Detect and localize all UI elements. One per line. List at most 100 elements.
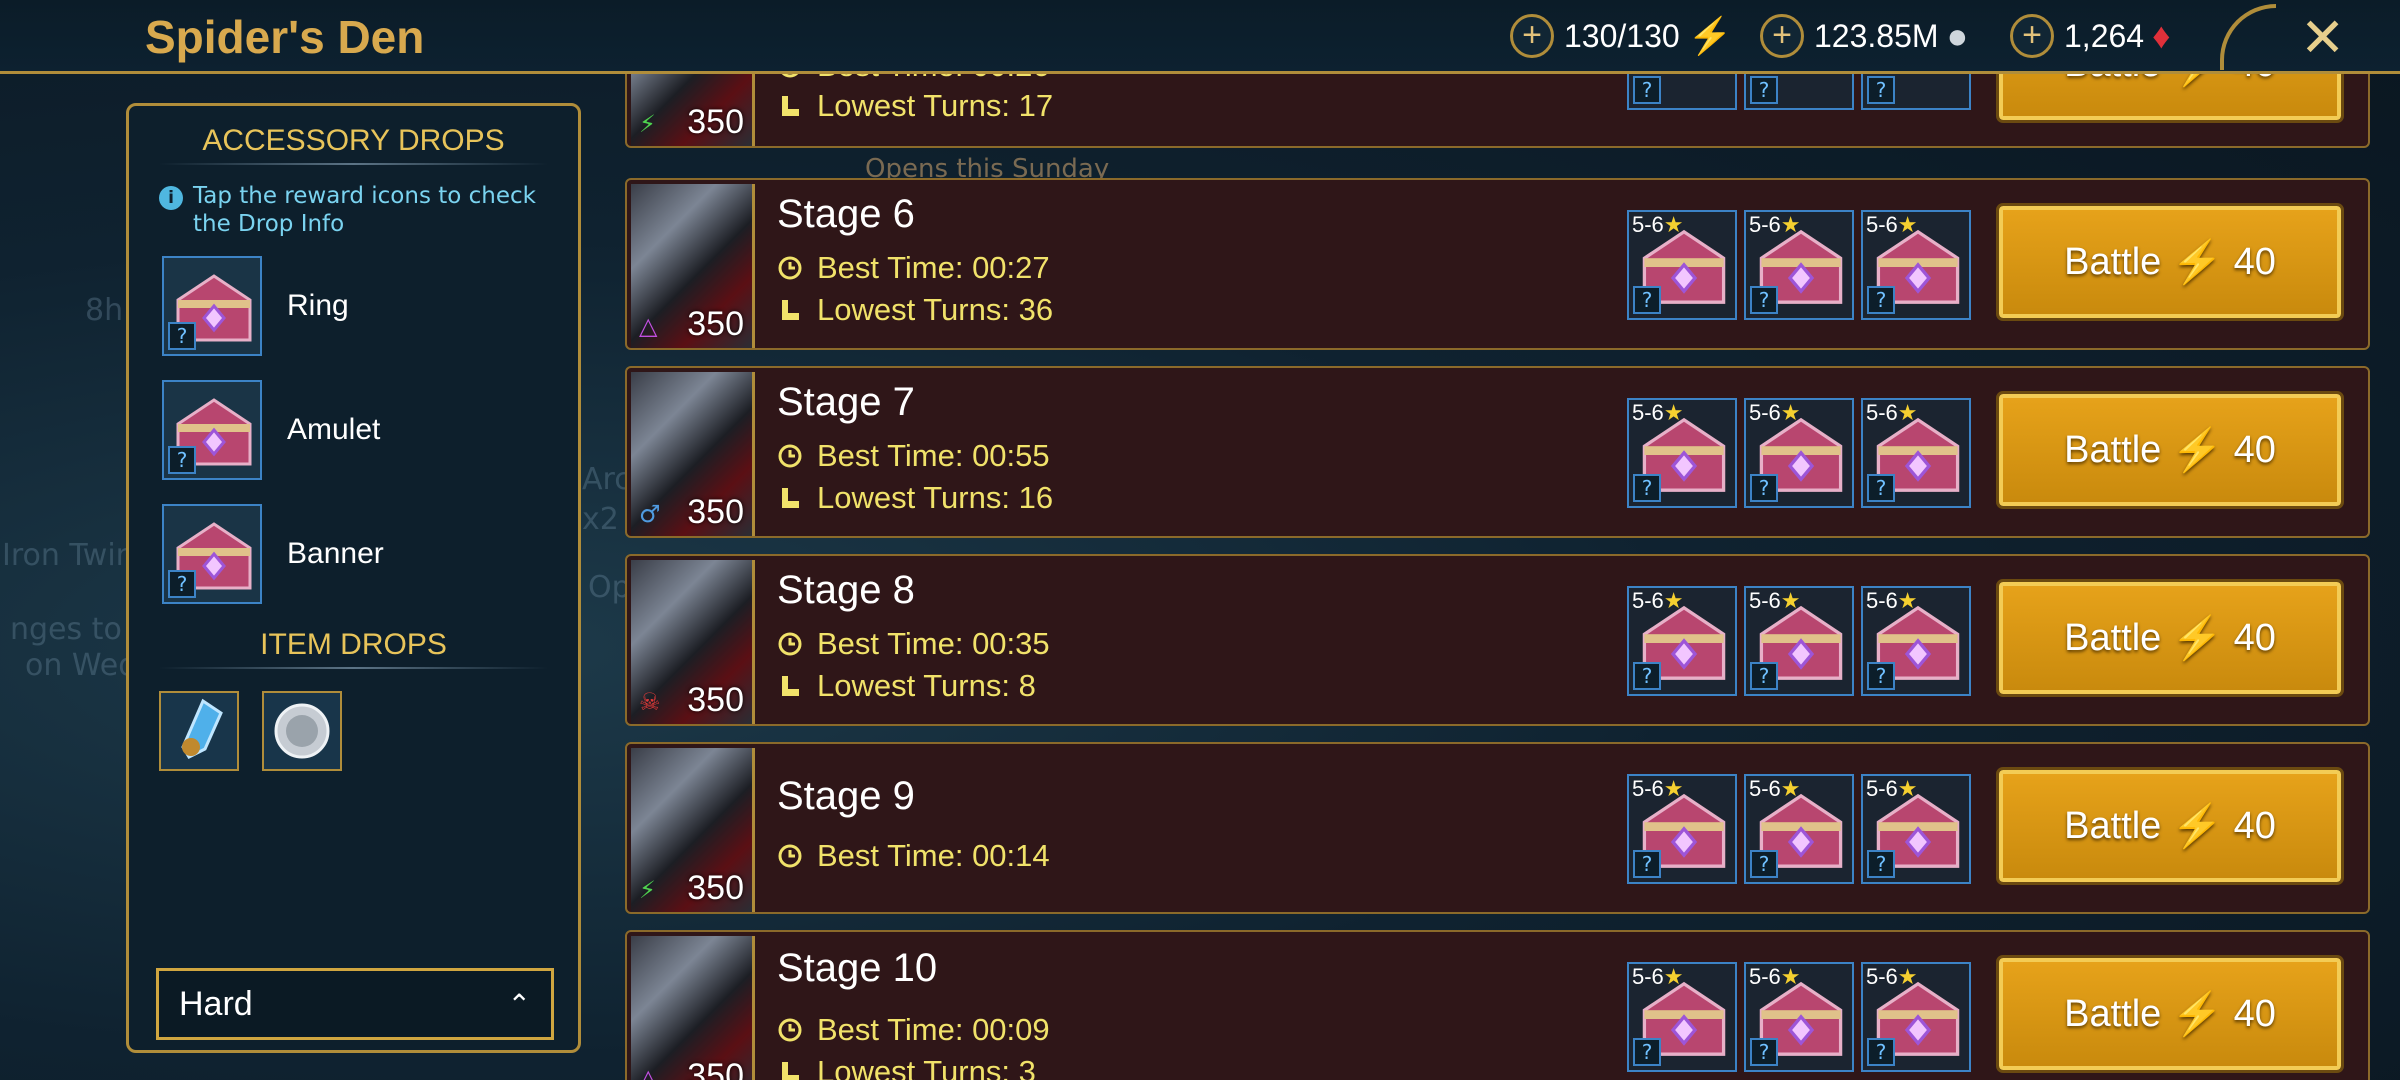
lowest-turns: Lowest Turns: 17 <box>777 88 1053 124</box>
amulet-label: Amulet <box>287 413 381 446</box>
add-gems-button[interactable]: + <box>2010 14 2054 58</box>
battle-button[interactable]: Battle ⚡ 40 <box>1996 767 2344 885</box>
battle-cost: 40 <box>2233 240 2276 283</box>
banner-label: Banner <box>287 537 384 570</box>
battle-label: Battle <box>2064 74 2161 86</box>
boot-icon <box>782 96 799 116</box>
boot-icon <box>782 1062 799 1080</box>
reward-chest[interactable]: 5-6★ ? <box>1861 210 1971 320</box>
drop-info-text: Tap the reward icons to check the Drop I… <box>193 183 536 237</box>
add-silver-button[interactable]: + <box>1760 14 1804 58</box>
accessory-amulet[interactable]: ? Amulet <box>162 380 380 480</box>
item-drops-heading: ITEM DROPS <box>260 628 447 661</box>
reward-chest[interactable]: 5-6★ ? <box>1627 962 1737 1072</box>
battle-button[interactable]: Battle ⚡ 40 <box>1996 579 2344 697</box>
gems-value: 1,264 <box>2064 17 2145 54</box>
battle-cost: 40 <box>2233 616 2276 659</box>
energy-icon: ⚡ <box>2171 74 2223 89</box>
silver-value: 123.85M <box>1814 17 1939 54</box>
reward-chest[interactable]: 5-6★ ? <box>1627 398 1737 508</box>
reward-chest[interactable]: ? <box>1861 74 1971 110</box>
best-time: Best Time: 00:27 <box>777 250 1050 286</box>
reward-chest[interactable]: 5-6★ ? <box>1744 774 1854 884</box>
battle-button[interactable]: Battle ⚡ 40 <box>1996 955 2344 1073</box>
question-badge: ? <box>1633 1038 1661 1066</box>
stage-row: △ 350 Stage 10 Best Time: 00:09 Lowest T… <box>625 930 2370 1080</box>
spirit-affinity-icon: ⚡ <box>639 876 656 904</box>
chest-icon[interactable]: ? <box>162 504 262 604</box>
reward-chest[interactable]: 5-6★ ? <box>1627 210 1737 320</box>
reward-rank: 5-6★ <box>1749 964 1801 989</box>
reward-rank: 5-6★ <box>1632 964 1684 989</box>
silver-coin-icon[interactable] <box>262 691 342 771</box>
reward-chest[interactable]: 5-6★ ? <box>1744 586 1854 696</box>
magic-affinity-icon: △ <box>639 1064 658 1080</box>
reward-chest[interactable]: 5-6★ ? <box>1627 586 1737 696</box>
magic-affinity-icon: △ <box>639 312 658 340</box>
gem-icon: ♦ <box>2152 15 2171 56</box>
accessory-banner[interactable]: ? Banner <box>162 504 384 604</box>
boss-portrait: ⚡ 350 <box>631 74 755 146</box>
reward-chest[interactable]: 5-6★ ? <box>1861 586 1971 696</box>
chest-icon[interactable]: ? <box>162 380 262 480</box>
chevron-up-icon: ⌃ <box>507 987 531 1021</box>
boss-level: 350 <box>687 1057 744 1080</box>
reward-chest[interactable]: ? <box>1744 74 1854 110</box>
reward-chest[interactable]: 5-6★ ? <box>1744 398 1854 508</box>
battle-label: Battle <box>2064 992 2162 1035</box>
stage-name: Stage 8 <box>777 568 915 612</box>
question-badge: ? <box>168 322 196 350</box>
star-icon: ★ <box>1780 964 1801 989</box>
battle-button[interactable]: Battle ⚡ 40 <box>1996 74 2344 123</box>
question-badge: ? <box>1750 850 1778 878</box>
star-icon: ★ <box>1780 776 1801 801</box>
drop-info-note: i Tap the reward icons to check the Drop… <box>159 182 559 238</box>
chest-icon[interactable]: ? <box>162 256 262 356</box>
page-title: Spider's Den <box>145 11 425 63</box>
battle-cost: 40 <box>2233 428 2276 471</box>
stage-list[interactable]: ⚡ 350 Best Time: 00:26 Lowest Turns: 17 … <box>625 74 2370 1080</box>
star-icon: ★ <box>1780 400 1801 425</box>
star-icon: ★ <box>1663 212 1684 237</box>
question-badge: ? <box>1633 474 1661 502</box>
reward-rank: 5-6★ <box>1632 400 1684 425</box>
accessory-ring[interactable]: ? Ring <box>162 256 349 356</box>
lowest-turns-value: 17 <box>1018 88 1054 123</box>
clock-icon <box>781 74 799 78</box>
info-icon: i <box>159 186 183 210</box>
divider <box>159 163 548 165</box>
best-time-value: 00:14 <box>972 838 1050 873</box>
lowest-turns: Lowest Turns: 8 <box>777 668 1036 704</box>
reward-chest[interactable]: 5-6★ ? <box>1744 210 1854 320</box>
stage-row: ⚡ 350 Best Time: 00:26 Lowest Turns: 17 … <box>625 74 2370 148</box>
boss-portrait: △ 350 <box>631 184 755 348</box>
battle-button[interactable]: Battle ⚡ 40 <box>1996 391 2344 509</box>
question-badge: ? <box>1633 662 1661 690</box>
reward-chest[interactable]: 5-6★ ? <box>1861 962 1971 1072</box>
best-time-value: 00:55 <box>972 438 1050 473</box>
boss-portrait: △ 350 <box>631 936 755 1080</box>
reward-rank: 5-6★ <box>1632 588 1684 613</box>
star-icon: ★ <box>1897 776 1918 801</box>
reward-chest[interactable]: ? <box>1627 74 1737 110</box>
boot-icon <box>782 300 799 320</box>
reward-chest[interactable]: 5-6★ ? <box>1861 774 1971 884</box>
difficulty-select[interactable]: Hard ⌃ <box>156 968 554 1040</box>
reward-chest[interactable]: 5-6★ ? <box>1861 398 1971 508</box>
lowest-turns-value: 8 <box>1018 668 1036 703</box>
energy-value: 130/130 <box>1564 17 1680 54</box>
question-badge: ? <box>1867 850 1895 878</box>
reward-chest[interactable]: 5-6★ ? <box>1744 962 1854 1072</box>
add-energy-button[interactable]: + <box>1510 14 1554 58</box>
boss-portrait: ♂ 350 <box>631 372 755 536</box>
reward-chest[interactable]: 5-6★ ? <box>1627 774 1737 884</box>
question-badge: ? <box>168 446 196 474</box>
star-icon: ★ <box>1663 776 1684 801</box>
ghost-timer: 8h <box>85 293 124 328</box>
lowest-turns: Lowest Turns: 3 <box>777 1054 1036 1080</box>
battle-button[interactable]: Battle ⚡ 40 <box>1996 203 2344 321</box>
boss-level: 350 <box>687 305 744 343</box>
potion-icon[interactable] <box>159 691 239 771</box>
energy-icon: ⚡ <box>2171 801 2224 849</box>
close-icon[interactable]: ✕ <box>2300 6 2345 69</box>
